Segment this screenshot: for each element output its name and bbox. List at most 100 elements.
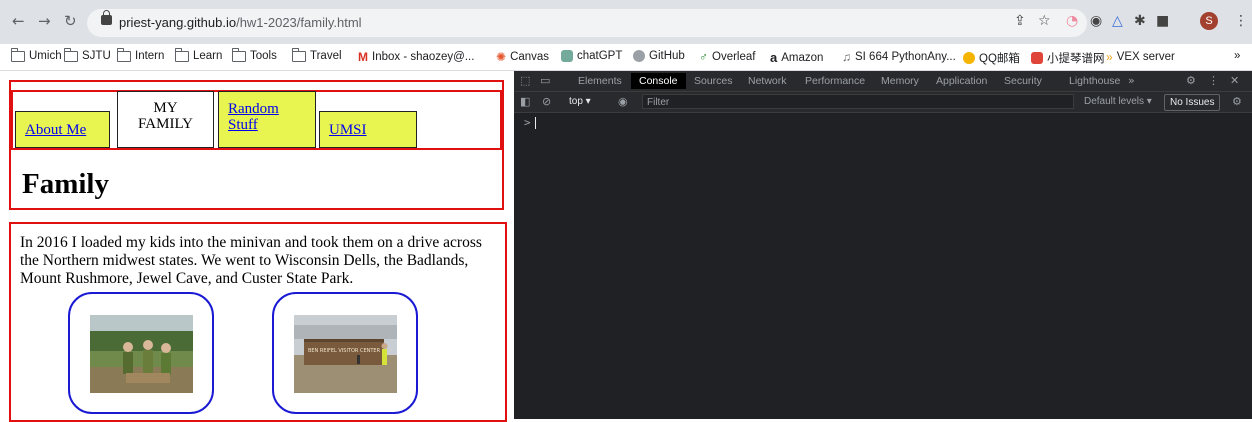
nav-random-stuff-line2[interactable]: Stuff: [228, 117, 258, 133]
bookmark-vex[interactable]: » VEX server: [1106, 50, 1175, 64]
github-icon: [633, 50, 645, 62]
nav-random-stuff-link[interactable]: Random Stuff: [228, 101, 279, 133]
bookmark-umich[interactable]: Umich: [11, 47, 62, 62]
bookmark-canvas[interactable]: ✺ Canvas: [496, 50, 549, 64]
tab-performance[interactable]: Performance: [805, 75, 865, 87]
url-host: priest-yang.github.io: [119, 15, 237, 30]
page-title: Family: [22, 168, 109, 200]
nav-about-me[interactable]: About Me: [15, 111, 110, 148]
bookmark-label: SJTU: [82, 50, 111, 62]
nav-my-family-label: MY FAMILY: [118, 100, 213, 132]
bookmark-amazon[interactable]: a Amazon: [770, 50, 823, 65]
back-icon[interactable]: ←: [12, 12, 25, 30]
bookmark-tools[interactable]: Tools: [232, 47, 277, 62]
devtools-menu-icon[interactable]: ⋮: [1208, 74, 1219, 87]
bookmark-github[interactable]: GitHub: [633, 50, 685, 62]
photo-visitor-center-sign: BEN REIFEL VISITOR CENTER: [294, 315, 397, 393]
bookmark-label: GitHub: [649, 50, 685, 62]
reload-icon[interactable]: ↻: [64, 12, 77, 30]
bookmark-overleaf[interactable]: ♂ Overleaf: [699, 50, 755, 64]
nav-umsi-link[interactable]: UMSI: [329, 122, 367, 139]
url-path: /hw1-2023/family.html: [236, 15, 362, 30]
extensions-puzzle-icon[interactable]: ✱: [1134, 13, 1146, 29]
tab-sources[interactable]: Sources: [694, 75, 733, 87]
forward-icon[interactable]: →: [38, 12, 51, 30]
console-caret: [535, 117, 536, 129]
issues-button[interactable]: No Issues: [1164, 94, 1221, 111]
bookmark-label: Overleaf: [712, 51, 756, 63]
side-panel-icon[interactable]: ■: [1156, 13, 1169, 29]
inspect-element-icon[interactable]: ⬚: [520, 74, 530, 87]
context-selector[interactable]: top ▾: [569, 96, 591, 107]
log-levels-dropdown[interactable]: Default levels ▾: [1084, 96, 1152, 107]
nav-my-family[interactable]: MY FAMILY: [117, 91, 214, 148]
clear-console-icon[interactable]: ⊘: [542, 95, 551, 108]
violin-site-icon: [1031, 52, 1043, 64]
tab-network[interactable]: Network: [748, 75, 787, 87]
bookmark-label: chatGPT: [577, 50, 623, 62]
bookmark-label: Inbox - shaozey@...: [372, 51, 475, 63]
folder-icon: [232, 47, 246, 62]
bookmark-gmail[interactable]: M Inbox - shaozey@...: [358, 50, 474, 64]
photo-sign-text: BEN REIFEL VISITOR CENTER: [308, 348, 381, 354]
bookmark-intern[interactable]: Intern: [117, 47, 164, 62]
log-levels-label: Default levels: [1084, 96, 1145, 107]
lock-icon[interactable]: [101, 10, 112, 25]
bookmark-label: Amazon: [781, 51, 824, 64]
nav-my-family-line1: MY: [153, 100, 178, 116]
folder-icon: [175, 47, 189, 62]
profile-avatar[interactable]: S: [1200, 12, 1218, 30]
close-devtools-icon[interactable]: ✕: [1230, 74, 1239, 87]
device-toolbar-icon[interactable]: ▭: [540, 74, 550, 87]
bookmark-label: 小提琴谱网: [1047, 53, 1105, 65]
filter-input[interactable]: Filter: [642, 94, 1074, 109]
context-label: top: [569, 96, 583, 107]
bookmark-label: Umich: [29, 50, 62, 62]
share-icon[interactable]: ⇪: [1014, 13, 1026, 29]
nav-random-stuff-line1[interactable]: Random: [228, 101, 279, 117]
gmail-icon: M: [358, 50, 368, 64]
bookmark-qq[interactable]: QQ邮箱: [963, 50, 1020, 66]
amazon-icon: a: [770, 50, 778, 65]
bookmarks-overflow-icon[interactable]: »: [1234, 50, 1240, 62]
bookmark-sjtu[interactable]: SJTU: [64, 47, 111, 62]
bookmark-star-icon[interactable]: ☆: [1038, 13, 1051, 29]
bookmark-si664[interactable]: ♫ SI 664 PythonAny...: [842, 50, 956, 64]
folder-icon: [64, 47, 78, 62]
url-text[interactable]: priest-yang.github.io/hw1-2023/family.ht…: [119, 15, 362, 30]
sidebar-toggle-icon[interactable]: ◧: [520, 95, 530, 108]
settings-gear-icon[interactable]: ⚙: [1186, 74, 1196, 87]
bookmarks-bar: Umich SJTU Intern Learn Tools Travel M In…: [0, 44, 1252, 71]
tab-security[interactable]: Security: [1004, 75, 1042, 87]
extension-drive-icon[interactable]: △: [1112, 13, 1123, 29]
bookmark-violin[interactable]: 小提琴谱网: [1031, 50, 1105, 66]
console-settings-icon[interactable]: ⚙: [1232, 95, 1242, 108]
extension-w-icon[interactable]: ◉: [1090, 13, 1102, 29]
python-icon: ♫: [842, 50, 851, 64]
tab-memory[interactable]: Memory: [881, 75, 919, 87]
folder-icon: [117, 47, 131, 62]
bookmark-chatgpt[interactable]: chatGPT: [561, 50, 622, 62]
nav-random-stuff[interactable]: Random Stuff: [218, 91, 316, 148]
tab-elements[interactable]: Elements: [578, 75, 622, 87]
nav-about-me-link[interactable]: About Me: [25, 122, 86, 139]
devtools-tabbar: ⬚ ▭ Elements Console Sources Network Per…: [514, 71, 1252, 92]
tab-application[interactable]: Application: [936, 75, 987, 87]
extension-pig-icon[interactable]: ◔: [1066, 13, 1078, 29]
bookmark-label: QQ邮箱: [979, 53, 1020, 65]
vex-icon: »: [1106, 50, 1113, 64]
console-toolbar: ◧ ⊘ top ▾ ◉ Filter Default levels ▾ No I…: [514, 92, 1252, 113]
tab-lighthouse[interactable]: Lighthouse: [1069, 75, 1120, 87]
menu-kebab-icon[interactable]: ⋮: [1234, 13, 1248, 29]
bookmark-learn[interactable]: Learn: [175, 47, 222, 62]
tab-console[interactable]: Console: [631, 73, 686, 89]
bookmark-label: SI 664 PythonAny...: [855, 51, 956, 63]
console-prompt[interactable]: >: [524, 116, 531, 129]
more-tabs-icon[interactable]: »: [1128, 74, 1135, 87]
bookmark-travel[interactable]: Travel: [292, 47, 342, 62]
nav-umsi[interactable]: UMSI: [319, 111, 417, 148]
browser-toolbar: ← → ↻ priest-yang.github.io/hw1-2023/fam…: [0, 0, 1252, 44]
live-expression-eye-icon[interactable]: ◉: [618, 95, 628, 108]
bookmark-label: Tools: [250, 50, 277, 62]
intro-paragraph: In 2016 I loaded my kids into the miniva…: [20, 234, 482, 287]
